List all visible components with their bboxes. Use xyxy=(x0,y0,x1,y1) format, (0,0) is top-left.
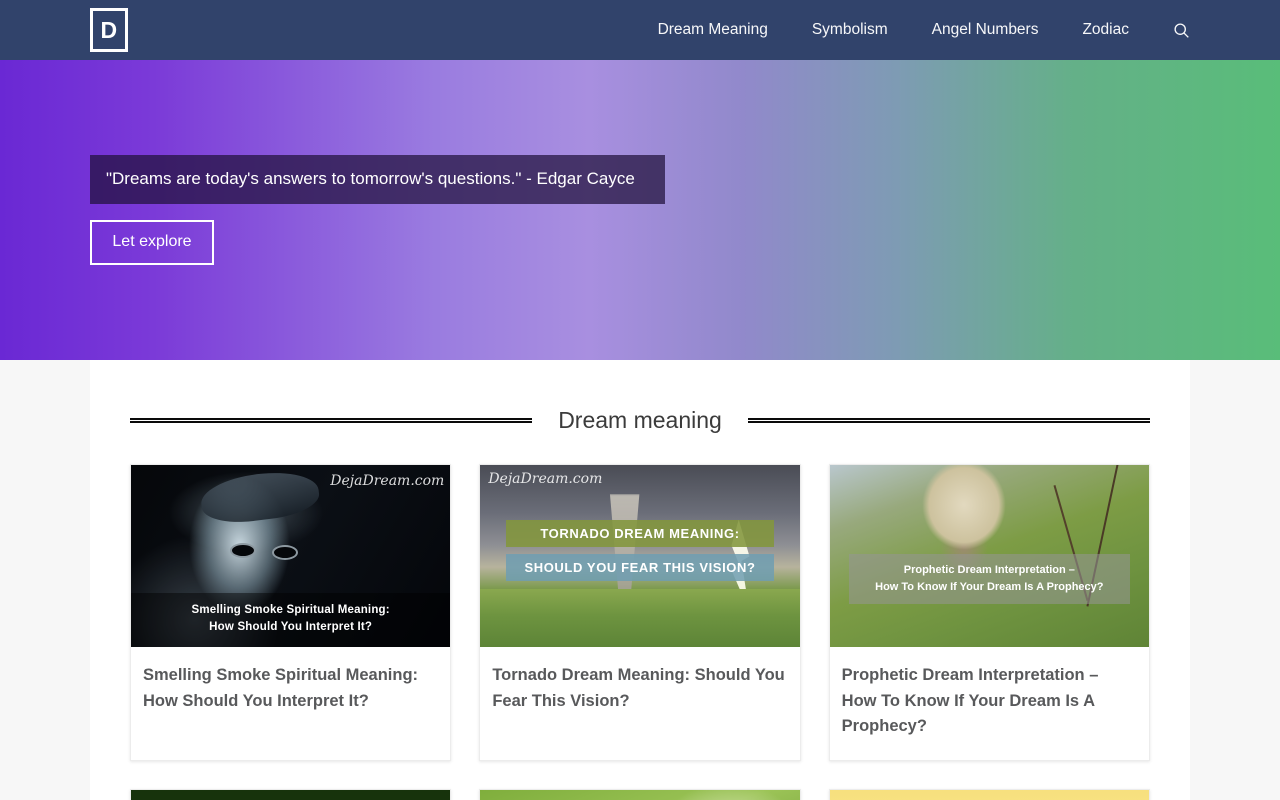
article-card[interactable]: DejaDream.com TORNADO DREAM MEANING: SHO… xyxy=(479,464,801,761)
tornado-dream-thumbnail[interactable]: DejaDream.com TORNADO DREAM MEANING: SHO… xyxy=(480,465,800,647)
section-header: Dream meaning xyxy=(130,360,1151,434)
butterfly-thumbnail[interactable] xyxy=(480,789,800,800)
nav-item-symbolism[interactable]: Symbolism xyxy=(790,21,910,39)
hat-shape xyxy=(198,467,322,528)
main-content: Dream meaning DejaDream.com Smelling Smo… xyxy=(90,360,1190,800)
article-card-title[interactable]: Tornado Dream Meaning: Should You Fear T… xyxy=(480,647,799,734)
section-rule-right xyxy=(747,418,1151,423)
section-title: Dream meaning xyxy=(558,407,722,433)
thumbnail-caption-line2: SHOULD YOU FEAR THIS VISION? xyxy=(505,554,775,582)
blonde-woman-thumbnail[interactable] xyxy=(829,789,1149,800)
article-card[interactable]: Prophetic Dream Interpretation – How To … xyxy=(828,464,1150,761)
smelling-smoke-thumbnail[interactable]: DejaDream.com Smelling Smoke Spiritual M… xyxy=(131,465,451,647)
prophetic-dream-thumbnail[interactable]: Prophetic Dream Interpretation – How To … xyxy=(829,465,1149,647)
hero-quote: "Dreams are today's answers to tomorrow'… xyxy=(90,155,665,204)
let-explore-button[interactable]: Let explore xyxy=(90,219,214,265)
nav-item-zodiac[interactable]: Zodiac xyxy=(1060,21,1151,39)
search-toggle-button[interactable] xyxy=(1151,22,1190,39)
thumbnail-caption: Prophetic Dream Interpretation – How To … xyxy=(848,554,1130,605)
thumbnail-caption-line1: TORNADO DREAM MEANING: xyxy=(505,519,775,547)
search-icon xyxy=(1174,22,1189,38)
green-snake-thumbnail[interactable] xyxy=(131,789,451,800)
article-card-title[interactable]: Smelling Smoke Spiritual Meaning: How Sh… xyxy=(131,647,450,734)
site-logo[interactable]: D xyxy=(90,8,128,52)
article-card-grid: DejaDream.com Smelling Smoke Spiritual M… xyxy=(130,464,1150,761)
article-card-grid-row2 xyxy=(130,788,1150,800)
section-rule-left xyxy=(130,418,533,423)
sunglasses-right-lens xyxy=(271,545,298,561)
article-card[interactable]: DejaDream.com Smelling Smoke Spiritual M… xyxy=(130,464,452,761)
thumbnail-caption-line2: How To Know If Your Dream Is A Prophecy? xyxy=(875,581,1104,594)
field-ground-shape xyxy=(480,588,800,647)
article-card-title[interactable]: Prophetic Dream Interpretation – How To … xyxy=(830,647,1149,760)
thumbnail-caption-line1: Smelling Smoke Spiritual Meaning: xyxy=(191,603,390,616)
site-logo-letter: D xyxy=(100,16,118,43)
thumbnail-caption: Smelling Smoke Spiritual Meaning: How Sh… xyxy=(131,592,451,647)
site-header: D Dream Meaning Symbolism Angel Numbers … xyxy=(0,0,1280,60)
hero-banner: "Dreams are today's answers to tomorrow'… xyxy=(0,60,1280,360)
nav-item-angel-numbers[interactable]: Angel Numbers xyxy=(910,21,1061,39)
sunglasses-left-lens xyxy=(229,543,256,559)
image-watermark: DejaDream.com xyxy=(330,473,445,489)
image-watermark: DejaDream.com xyxy=(488,471,603,487)
thumbnail-caption-line2: How Should You Interpret It? xyxy=(209,620,373,633)
article-card[interactable] xyxy=(828,788,1150,800)
nav-item-dream-meaning[interactable]: Dream Meaning xyxy=(636,21,790,39)
article-card[interactable] xyxy=(130,788,452,800)
primary-navigation: Dream Meaning Symbolism Angel Numbers Zo… xyxy=(636,21,1190,39)
hero-content: "Dreams are today's answers to tomorrow'… xyxy=(90,60,665,360)
thumbnail-caption-line1: Prophetic Dream Interpretation – xyxy=(903,564,1075,577)
article-card[interactable] xyxy=(479,788,801,800)
